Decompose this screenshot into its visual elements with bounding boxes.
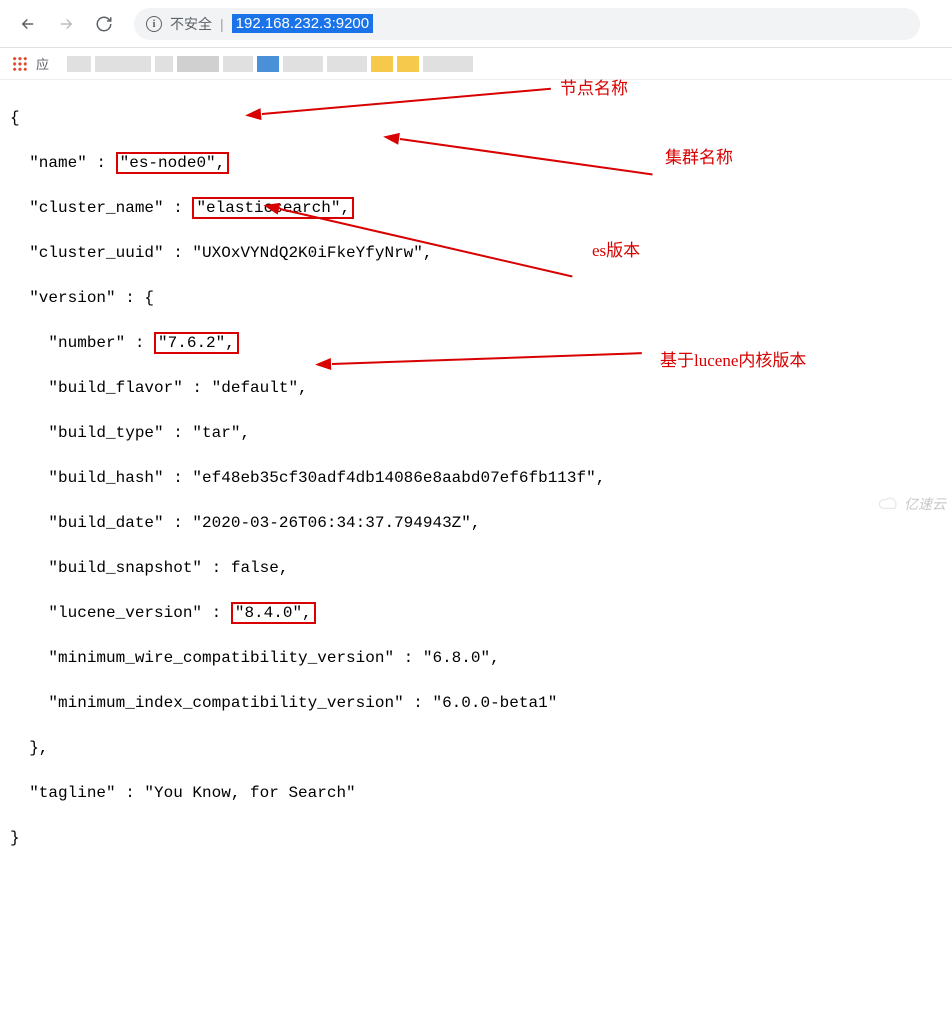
json-val-lucene: "8.4.0",	[231, 602, 316, 624]
json-line-build-flavor: "build_flavor" : "default",	[10, 377, 942, 400]
json-content: { "name" : "es-node0", "cluster_name" : …	[0, 80, 952, 1036]
bookmarks-bar: 应	[0, 48, 952, 80]
info-icon: i	[146, 16, 162, 32]
json-val-number: "7.6.2",	[154, 332, 239, 354]
json-line-build-type: "build_type" : "tar",	[10, 422, 942, 445]
json-line-build-date: "build_date" : "2020-03-26T06:34:37.7949…	[10, 512, 942, 535]
apps-label[interactable]: 应	[36, 54, 49, 73]
json-key-number: "number" :	[48, 334, 154, 352]
browser-toolbar: i 不安全 | 192.168.232.3:9200	[0, 0, 952, 48]
annotation-lucene-version: 基于lucene内核版本	[660, 350, 806, 373]
json-line-version-open: "version" : {	[10, 287, 942, 310]
json-line-min-index: "minimum_index_compatibility_version" : …	[10, 692, 942, 715]
json-key-name: "name" :	[29, 154, 115, 172]
insecure-label: 不安全	[170, 14, 212, 34]
forward-button[interactable]	[50, 8, 82, 40]
annotation-es-version: es版本	[592, 240, 640, 263]
url-text: 192.168.232.3:9200	[232, 14, 373, 33]
json-key-lucene: "lucene_version" :	[48, 604, 230, 622]
json-line-min-wire: "minimum_wire_compatibility_version" : "…	[10, 647, 942, 670]
json-line-version-close: },	[10, 737, 942, 760]
json-val-name: "es-node0",	[116, 152, 230, 174]
separator: |	[220, 16, 224, 32]
address-bar[interactable]: i 不安全 | 192.168.232.3:9200	[134, 8, 920, 40]
bookmark-placeholders	[67, 56, 473, 72]
json-key-cluster-name: "cluster_name" :	[29, 199, 192, 217]
watermark-text: 亿速云	[904, 494, 946, 514]
json-line-build-snapshot: "build_snapshot" : false,	[10, 557, 942, 580]
arrow-lucene-version	[332, 352, 642, 365]
annotation-cluster-name: 集群名称	[665, 147, 733, 170]
json-line-build-hash: "build_hash" : "ef48eb35cf30adf4db14086e…	[10, 467, 942, 490]
json-line-tagline: "tagline" : "You Know, for Search"	[10, 782, 942, 805]
apps-icon[interactable]	[12, 56, 28, 72]
reload-button[interactable]	[88, 8, 120, 40]
watermark: 亿速云	[878, 494, 946, 514]
annotation-node-name: 节点名称	[560, 78, 628, 101]
back-button[interactable]	[12, 8, 44, 40]
